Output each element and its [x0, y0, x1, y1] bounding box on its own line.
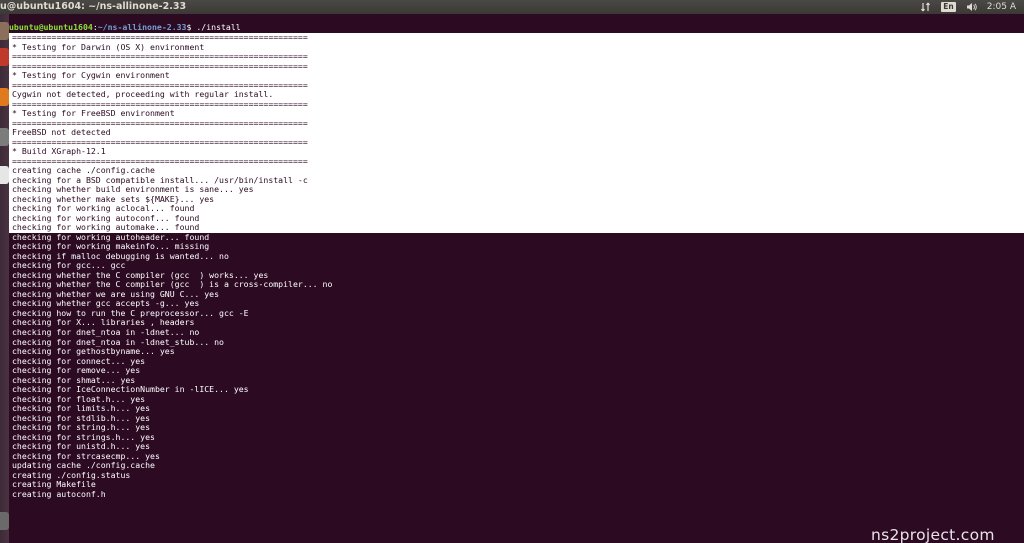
- language-badge: En: [941, 2, 956, 12]
- volume-icon[interactable]: [966, 2, 977, 13]
- sort-icon[interactable]: [921, 2, 931, 13]
- files-icon[interactable]: [0, 22, 9, 40]
- settings-icon[interactable]: [0, 88, 9, 106]
- trash-icon[interactable]: [0, 166, 9, 184]
- watermark: ns2project.com: [871, 526, 995, 543]
- command-text: ./install: [191, 22, 241, 32]
- terminal-output-line: checking for unistd.h... yes: [12, 441, 151, 452]
- terminal-output-line: checking for stdlib.h... yes: [12, 412, 151, 423]
- terminal-output-line: checking for strings.h... yes: [12, 431, 155, 442]
- terminal-output: ========================================…: [12, 32, 1012, 499]
- clock[interactable]: 2:05 A: [987, 0, 1016, 14]
- terminal-output-line: checking for connect... yes: [12, 355, 146, 366]
- window-title: u@ubuntu1604: ~/ns-allinone-2.33: [0, 1, 187, 12]
- terminal-output-line: creating ./config.status: [12, 469, 131, 480]
- launcher: [0, 14, 9, 543]
- keyboard-language-icon[interactable]: En: [941, 2, 956, 13]
- terminal-output-line: checking for gethostbyname... yes: [12, 346, 175, 357]
- terminal-output-line: creating autoconf.h: [12, 488, 106, 499]
- terminal-output-line: ========================================…: [12, 155, 308, 166]
- terminal-output-line: checking for remove... yes: [12, 365, 141, 376]
- terminal-window[interactable]: ubuntu@ubuntu1604:~/ns-allinone-2.33$ ./…: [9, 14, 1024, 543]
- terminal-output-line: checking for limits.h... yes: [12, 403, 151, 414]
- terminal-icon[interactable]: [0, 128, 9, 146]
- terminal-output-line: checking for strcasecmp... yes: [12, 450, 160, 461]
- top-panel: u@ubuntu1604: ~/ns-allinone-2.33 En 2:05…: [0, 0, 1024, 14]
- terminal-output-line: updating cache ./config.cache: [12, 460, 155, 471]
- firefox-icon[interactable]: [0, 48, 9, 66]
- terminal-output-line: checking for string.h... yes: [12, 422, 151, 433]
- terminal-output-line: checking for float.h... yes: [12, 393, 146, 404]
- prompt-path: ~/ns-allinone-2.33: [97, 22, 187, 32]
- terminal-output-line: checking for IceConnectionNumber in -lIC…: [12, 384, 249, 395]
- prompt-user: ubuntu@ubuntu1604: [9, 22, 93, 32]
- terminal-output-line: creating Makefile: [12, 479, 96, 490]
- terminal-output-line: ========================================…: [12, 136, 308, 147]
- system-tray: En 2:05 A: [921, 0, 1024, 14]
- terminal-output-line: checking if malloc debugging is wanted..…: [12, 250, 229, 261]
- terminal-output-line: ========================================…: [12, 117, 308, 128]
- trash-icon[interactable]: [0, 512, 9, 530]
